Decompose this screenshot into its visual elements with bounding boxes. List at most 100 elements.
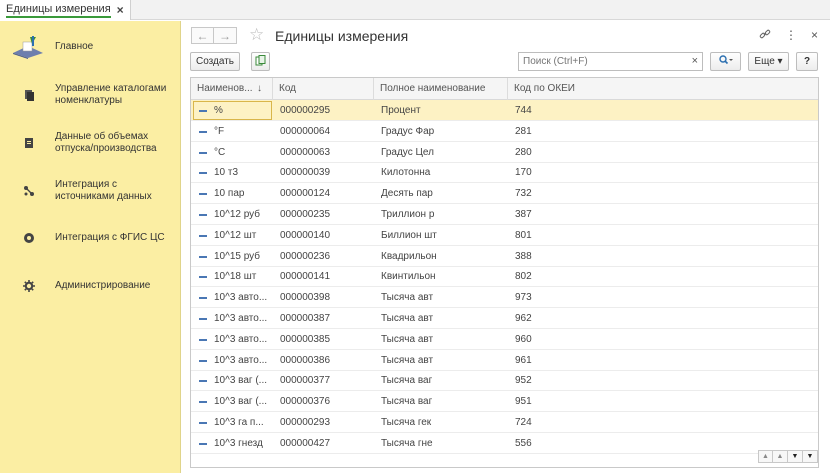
column-header-name[interactable]: Наименов... ↓ [191, 78, 273, 100]
cell-code: 000000386 [280, 354, 331, 366]
table-row[interactable]: 10^12 шт 000000140 Биллион шт 801 [191, 225, 818, 246]
table-row[interactable]: 10^3 гнезд 000000427 Тысяча гне 556 [191, 433, 818, 454]
tab-close-icon[interactable]: × [117, 3, 124, 17]
scroll-last-button[interactable]: ▼ [803, 450, 818, 463]
item-marker-icon [199, 338, 207, 341]
link-icon[interactable] [759, 28, 771, 43]
home-books-icon [10, 35, 46, 59]
scroll-first-button[interactable]: ▲ [758, 450, 773, 463]
sidebar-item-label: Интеграция с источниками данных [55, 179, 152, 202]
more-button[interactable]: Еще ▾ [748, 52, 789, 71]
search-field[interactable]: × [518, 52, 703, 71]
cell-okei: 732 [515, 188, 532, 200]
cell-okei: 973 [515, 292, 532, 304]
column-header-full-name[interactable]: Полное наименование [374, 78, 508, 100]
sidebar-item-main[interactable]: Главное [0, 35, 181, 59]
cell-full-name: Градус Фар [381, 125, 435, 137]
table-row[interactable]: 10^3 авто... 000000387 Тысяча авт 962 [191, 308, 818, 329]
scroll-down-button[interactable]: ▼ [788, 450, 803, 463]
gear-icon [22, 279, 36, 293]
cell-okei: 556 [515, 437, 532, 449]
cell-okei: 281 [515, 125, 532, 137]
sidebar-item-label: Администрирование [55, 280, 151, 291]
cell-full-name: Триллион р [381, 209, 435, 220]
sidebar-item-catalogs[interactable]: Управление каталогами номенклатуры [0, 81, 181, 109]
integration-icon [22, 184, 36, 198]
cell-okei: 951 [515, 396, 532, 408]
cell-name: 10^3 авто... [198, 350, 270, 371]
cell-full-name: Десять пар [381, 188, 433, 200]
document-icon [22, 136, 36, 150]
item-marker-icon [199, 359, 207, 362]
table-row[interactable]: °C 000000063 Градус Цел 280 [191, 142, 818, 163]
table-row[interactable]: 10^3 авто... 000000398 Тысяча авт 973 [191, 287, 818, 309]
tab-units[interactable]: Единицы измерения × [0, 0, 131, 20]
nav-buttons: ← → [191, 27, 237, 44]
sidebar-item-volume-data[interactable]: Данные об объемах отпуска/производства [0, 129, 181, 157]
forward-button[interactable]: → [214, 27, 237, 44]
search-clear-icon[interactable]: × [692, 55, 698, 67]
sidebar-item-admin[interactable]: Администрирование [0, 278, 181, 294]
copy-button[interactable] [251, 52, 270, 71]
table-row[interactable]: 10^3 авто... 000000385 Тысяча авт 960 [191, 329, 818, 350]
close-icon[interactable]: × [811, 28, 818, 43]
cell-okei: 170 [515, 167, 532, 179]
table-row[interactable]: 10 т3 000000039 Килотонна 170 [191, 162, 818, 184]
favorite-star-icon[interactable]: ☆ [249, 25, 264, 45]
cell-full-name: Тысяча ваг [381, 396, 433, 408]
cell-full-name: Квадрильон [381, 250, 437, 262]
table-row[interactable]: 10^12 руб 000000235 Триллион р 387 [191, 204, 818, 225]
column-header-okei[interactable]: Код по ОКЕИ [508, 78, 818, 100]
cell-name: 10^3 авто... [198, 308, 270, 329]
cell-code: 000000293 [280, 417, 331, 428]
cell-okei: 952 [515, 375, 532, 387]
tab-label: Единицы измерения [6, 2, 111, 18]
cell-okei: 744 [515, 105, 532, 116]
column-header-code[interactable]: Код [273, 78, 374, 100]
cell-code: 000000295 [280, 105, 331, 116]
cell-name: 10 т3 [198, 162, 270, 183]
cell-code: 000000427 [280, 437, 331, 449]
header-icons: ⋮ × [759, 28, 818, 43]
cell-full-name: Тысяча гне [381, 437, 433, 449]
sort-down-icon: ↓ [257, 83, 262, 94]
sidebar-item-fgis[interactable]: Интеграция с ФГИС ЦС [0, 230, 181, 246]
table-row[interactable]: °F 000000064 Градус Фар 281 [191, 121, 818, 142]
table-row[interactable]: 10^3 га п... 000000293 Тысяча гек 724 [191, 412, 818, 433]
item-marker-icon [199, 110, 207, 112]
search-button[interactable] [710, 52, 741, 71]
scroll-up-button[interactable]: ▲ [773, 450, 788, 463]
create-button[interactable]: Создать [190, 52, 240, 71]
copy-icon [255, 54, 266, 69]
cell-okei: 801 [515, 229, 532, 241]
back-button[interactable]: ← [191, 27, 214, 44]
cell-name: 10^18 шт [198, 266, 270, 287]
cell-okei: 387 [515, 209, 532, 220]
more-vertical-icon[interactable]: ⋮ [785, 28, 797, 43]
cell-code: 000000141 [280, 271, 331, 283]
fgis-icon [22, 231, 36, 245]
help-button[interactable]: ? [796, 52, 818, 71]
main-panel: ← → ☆ Единицы измерения ⋮ × Создать × Ещ… [181, 21, 830, 473]
table-row[interactable]: 10^3 ваг (... 000000376 Тысяча ваг 951 [191, 391, 818, 413]
sidebar-item-label: Интеграция с ФГИС ЦС [55, 232, 165, 243]
table-row[interactable]: 10^3 ваг (... 000000377 Тысяча ваг 952 [191, 370, 818, 392]
table-row[interactable]: 10^18 шт 000000141 Квинтильон 802 [191, 266, 818, 288]
table-header: Наименов... ↓ Код Полное наименование Ко… [191, 78, 818, 100]
item-marker-icon [199, 276, 207, 279]
table-row[interactable]: 10^3 авто... 000000386 Тысяча авт 961 [191, 350, 818, 371]
table-row[interactable]: 10 пар 000000124 Десять пар 732 [191, 183, 818, 205]
table-row[interactable]: 10^15 руб 000000236 Квадрильон 388 [191, 246, 818, 267]
cell-okei: 802 [515, 271, 532, 283]
table-row[interactable]: % 000000295 Процент 744 [191, 100, 818, 121]
sidebar: Главное Управление каталогами номенклату… [0, 21, 181, 473]
sidebar-item-integration-sources[interactable]: Интеграция с источниками данных [0, 177, 181, 205]
cell-name: 10 пар [198, 183, 270, 204]
cell-name: 10^3 га п... [198, 412, 270, 433]
item-marker-icon [199, 422, 207, 424]
cell-code: 000000376 [280, 396, 331, 408]
cell-full-name: Тысяча гек [381, 417, 432, 428]
cell-name: 10^3 авто... [198, 329, 270, 350]
search-input[interactable] [519, 53, 684, 70]
cell-okei: 960 [515, 333, 532, 345]
